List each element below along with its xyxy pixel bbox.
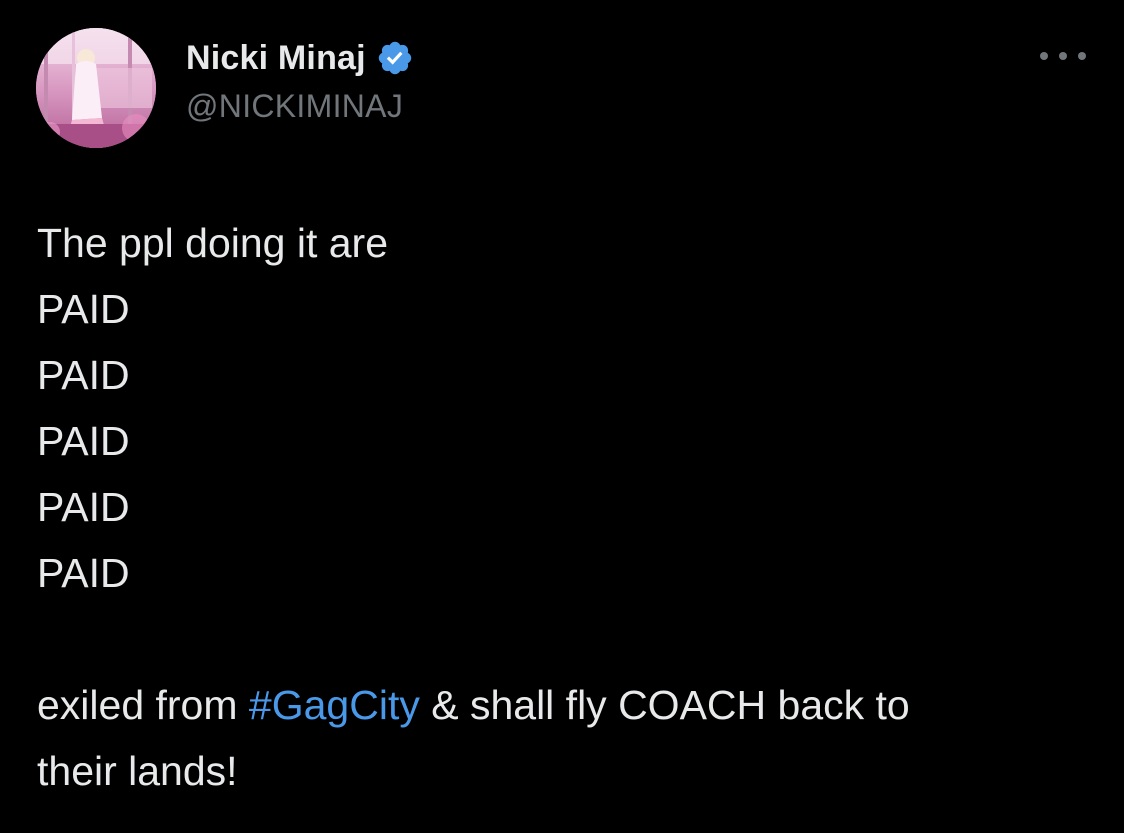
- tweet-line: The ppl doing it are: [37, 220, 389, 266]
- tweet-text: The ppl doing it are PAID PAID PAID PAID…: [37, 210, 1097, 804]
- more-options-icon[interactable]: [1040, 44, 1086, 68]
- tweet-line: their lands!: [37, 748, 238, 794]
- tweet-card: Nicki Minaj @NICKIMINAJ The ppl doing it…: [0, 0, 1124, 833]
- avatar[interactable]: [36, 28, 156, 148]
- tweet-line: PAID: [37, 418, 130, 464]
- display-name[interactable]: Nicki Minaj: [186, 39, 366, 78]
- hashtag-link[interactable]: #GagCity: [249, 682, 420, 728]
- tweet-text-segment: & shall fly COACH back to: [419, 682, 910, 728]
- tweet-line: PAID: [37, 286, 130, 332]
- dot: [1078, 52, 1086, 60]
- verified-badge-icon: [376, 39, 414, 77]
- avatar-image: [36, 28, 156, 148]
- user-handle[interactable]: @NICKIMINAJ: [186, 88, 414, 125]
- dot: [1059, 52, 1067, 60]
- tweet-line: PAID: [37, 550, 130, 596]
- tweet-line: PAID: [37, 484, 130, 530]
- tweet-text-segment: exiled from: [37, 682, 249, 728]
- tweet-line: PAID: [37, 352, 130, 398]
- name-row: Nicki Minaj: [186, 34, 414, 82]
- dot: [1040, 52, 1048, 60]
- tweet-line: exiled from #GagCity & shall fly COACH b…: [37, 672, 1097, 738]
- author-info: Nicki Minaj @NICKIMINAJ: [186, 34, 414, 125]
